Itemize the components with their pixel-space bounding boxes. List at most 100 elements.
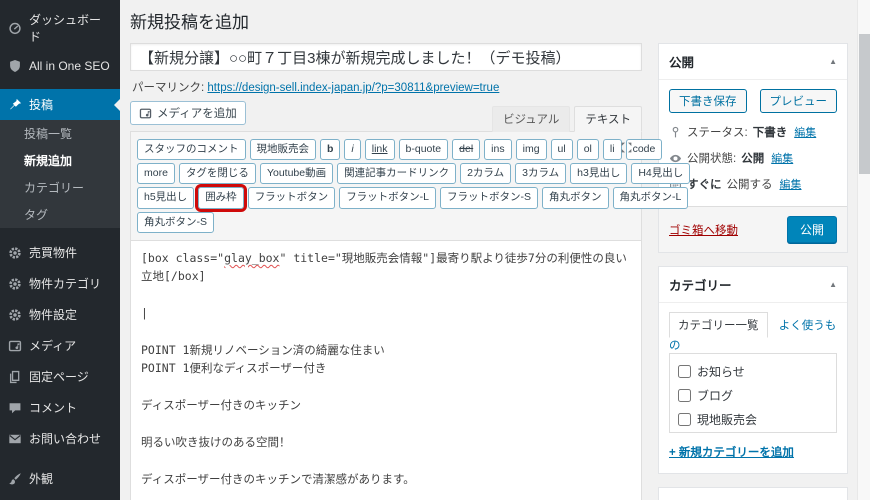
quicktag-button[interactable]: 角丸ボタン [542,187,609,208]
sidebar-item-property-category[interactable]: 物件カテゴリ [0,268,120,299]
edit-visibility-link[interactable]: 編集 [771,150,793,166]
sidebar-item-dashboard[interactable]: ダッシュボード [0,4,120,52]
sidebar-item-post-categories[interactable]: カテゴリー [0,174,120,201]
quicktag-button[interactable]: h5見出し [137,187,194,208]
gauge-icon [8,21,22,35]
quicktag-button[interactable]: img [516,139,547,160]
sidebar-item-label: 物件カテゴリ [29,275,101,292]
quicktag-button[interactable]: 現地販売会 [250,139,317,160]
sidebar-item-pages[interactable]: 固定ページ [0,361,120,392]
quicktag-button[interactable]: スタッフのコメント [137,139,246,160]
quicktag-button[interactable]: more [137,163,175,184]
quicktag-button[interactable]: Youtube動画 [260,163,333,184]
edit-schedule-link[interactable]: 編集 [780,176,802,192]
quicktag-row: 角丸ボタン-S [137,212,611,233]
sidebar-item-plugins[interactable]: プラグイン11 [0,494,120,500]
quicktag-button[interactable]: b [320,139,340,160]
page-title: 新規投稿を追加 [130,8,841,33]
category-item: お知らせ [678,363,828,380]
quicktag-button[interactable]: link [365,139,395,160]
sidebar-item-label: コメント [29,399,77,416]
sidebar-item-all-in-one-seo[interactable]: All in One SEO [0,52,120,80]
quicktag-button[interactable]: del [452,139,480,160]
pin-icon [8,98,22,112]
categories-box-header: カテゴリー ▲ [659,267,847,303]
quicktag-button[interactable]: 関連記事カードリンク [337,163,456,184]
gear-icon [8,308,22,322]
publish-button[interactable]: 公開 [787,216,837,243]
save-draft-button[interactable]: 下書き保存 [669,89,747,113]
sidebar-item-label: タグ [24,208,48,222]
collapse-toggle-icon[interactable]: ▲ [829,280,837,289]
post-content-editor[interactable]: [box class="glay_box" title="現地販売会情報"]最寄… [131,241,641,500]
sidebar-item-label: お問い合わせ [29,430,101,447]
quicktag-button[interactable]: H4見出し [631,163,690,184]
post-title-input[interactable] [130,43,642,71]
quicktag-button[interactable]: フラットボタン-L [339,187,436,208]
gear-icon [8,246,22,260]
collapse-toggle-icon[interactable]: ▲ [829,57,837,66]
page-scrollbar[interactable] [857,0,870,500]
envelope-icon [8,432,22,446]
status-value: 下書き [753,124,788,140]
permalink: パーマリンク: https://design-sell.index-japan.… [132,79,642,95]
sidebar-item-add-new-post[interactable]: 新規追加 [0,147,120,174]
quicktag-button[interactable]: 3カラム [515,163,566,184]
sidebar-item-label: カテゴリー [24,181,84,195]
preview-button[interactable]: プレビュー [760,89,838,113]
scrollbar-thumb[interactable] [859,34,870,174]
quicktag-button[interactable]: 角丸ボタン-L [613,187,689,208]
category-label: お知らせ [697,363,745,380]
quicktag-button[interactable]: ins [484,139,511,160]
tags-box-header: タグ ▲ [659,488,847,500]
move-to-trash-link[interactable]: ゴミ箱へ移動 [669,222,738,238]
publish-box-header: 公開 ▲ [659,44,847,80]
quicktag-button[interactable]: 囲み枠 [198,187,244,208]
category-item: 現地販売会 [678,411,828,428]
quicktag-button[interactable]: h3見出し [570,163,627,184]
content-area: 新規投稿を追加 パーマリンク: https://design-sell.inde… [120,0,857,500]
permalink-label: パーマリンク: [132,82,204,94]
sidebar-item-contact[interactable]: お問い合わせ [0,423,120,454]
sidebar-item-sale-properties[interactable]: 売買物件 [0,237,120,268]
sidebar-item-label: 外観 [29,470,53,487]
quicktag-button[interactable]: li [603,139,622,160]
quicktag-button[interactable]: 角丸ボタン-S [137,212,214,233]
wordpress-admin: ダッシュボードAll in One SEO投稿投稿一覧新規追加カテゴリータグ売買… [0,0,870,500]
category-checkbox[interactable] [678,389,691,402]
fullscreen-icon[interactable] [620,141,633,154]
status-pin-icon [669,126,682,139]
quicktag-button[interactable]: b-quote [399,139,449,160]
category-checkbox[interactable] [678,413,691,426]
sidebar-item-label: 投稿一覧 [24,127,72,141]
status-label: ステータス: [687,124,748,140]
tab-text[interactable]: テキスト [574,106,642,132]
category-checkbox[interactable] [678,365,691,378]
quicktag-button[interactable]: 2カラム [460,163,511,184]
quicktag-button[interactable]: ol [577,139,599,160]
sidebar-item-media[interactable]: メディア [0,330,120,361]
sidebar-item-post-tags[interactable]: タグ [0,201,120,228]
editor-mode-tabs: ビジュアル テキスト [488,106,642,131]
add-new-category-link[interactable]: + 新規カテゴリーを追加 [669,444,794,460]
quicktag-button[interactable]: ul [551,139,573,160]
sidebar-item-property-settings[interactable]: 物件設定 [0,299,120,330]
quicktag-button[interactable]: フラットボタン [248,187,336,208]
sidebar-item-posts[interactable]: 投稿 [0,89,120,120]
quicktags-toolbar: スタッフのコメント現地販売会bilinkb-quotedelinsimgulol… [131,132,641,241]
tab-visual[interactable]: ビジュアル [492,106,570,132]
quicktag-button[interactable]: タグを閉じる [179,163,256,184]
status-row: ステータス: 下書き 編集 [669,124,837,140]
permalink-link[interactable]: https://design-sell.index-japan.jp/?p=30… [207,82,499,94]
quicktag-button[interactable]: i [344,139,360,160]
tab-all-categories[interactable]: カテゴリー一覧 [669,312,768,338]
quicktag-button[interactable]: フラットボタン-S [440,187,538,208]
sidebar-item-posts-list[interactable]: 投稿一覧 [0,120,120,147]
comment-icon [8,401,22,415]
add-media-button[interactable]: メディアを追加 [130,101,246,125]
sidebar-item-appearance[interactable]: 外観 [0,463,120,494]
tags-box: タグ ▲ 追加 タグが複数ある場合はコンマで区切ってください よく使われているタ… [658,487,848,500]
edit-status-link[interactable]: 編集 [794,124,816,140]
sidebar-item-comments[interactable]: コメント [0,392,120,423]
categories-box-title: カテゴリー [669,275,732,294]
